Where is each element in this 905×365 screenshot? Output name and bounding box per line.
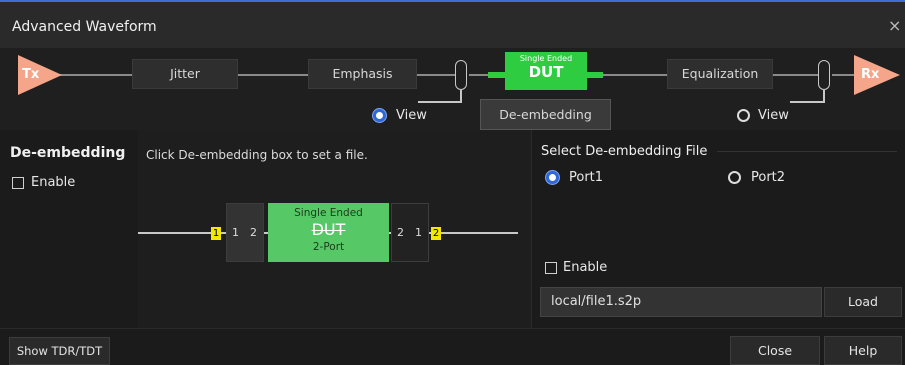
equalization-button[interactable]: Equalization: [667, 59, 773, 89]
dut-diagram-main-label: DUT: [311, 220, 346, 239]
jitter-button[interactable]: Jitter: [132, 59, 238, 89]
view-left-label: View: [396, 108, 427, 123]
tx-label: Tx: [22, 67, 40, 82]
close-icon[interactable]: ×: [888, 16, 901, 35]
dut-label: DUT: [528, 63, 564, 81]
pipeline-line: [60, 74, 132, 76]
enable-checkbox[interactable]: [12, 177, 24, 189]
pipeline-line: [773, 74, 818, 76]
dut-diagram-top-label: Single Ended: [294, 207, 363, 219]
right-port-2: 2: [397, 226, 404, 239]
port1-radio[interactable]: [546, 171, 559, 184]
left-port-1: 1: [232, 226, 239, 239]
dut-pin-left: [488, 72, 496, 78]
title-bar: Advanced Waveform ×: [0, 0, 905, 48]
dut-small-label: Single Ended: [519, 54, 573, 63]
probe-point-right[interactable]: [818, 60, 830, 90]
port1-label: Port1: [569, 170, 604, 185]
show-tdr-button[interactable]: Show TDR/TDT: [9, 337, 110, 365]
dut-block[interactable]: Single Ended DUT: [505, 52, 587, 90]
pipeline-line: [417, 74, 455, 76]
probe-point-left[interactable]: [455, 60, 467, 90]
view-left-radio[interactable]: [373, 109, 386, 122]
port2-label: Port2: [751, 170, 786, 185]
dut-diagram-block[interactable]: Single Ended DUT 2-Port: [268, 203, 389, 262]
dut-diagram-bottom-label: 2-Port: [312, 241, 345, 253]
window-title: Advanced Waveform: [12, 19, 157, 35]
port2-radio[interactable]: [728, 171, 741, 184]
left-port-yellow: 1: [211, 227, 221, 240]
rx-label: Rx: [861, 67, 880, 82]
probe-connector: [418, 101, 462, 103]
dut-pin-right: [595, 72, 603, 78]
select-file-title: Select De-embedding File: [541, 144, 708, 159]
view-right-label: View: [758, 108, 789, 123]
deembedding-hint: Click De-embedding box to set a file.: [146, 148, 368, 162]
pipeline-line: [238, 74, 308, 76]
pipeline-line: [832, 74, 854, 76]
close-button[interactable]: Close: [730, 336, 820, 365]
load-button[interactable]: Load: [824, 287, 902, 317]
emphasis-button[interactable]: Emphasis: [308, 59, 417, 89]
dut-pin-right: [587, 72, 596, 78]
group-divider: [717, 151, 897, 152]
left-port-2: 2: [250, 226, 257, 239]
pipeline-line: [600, 74, 667, 76]
right-port-1: 1: [415, 226, 422, 239]
right-port-yellow: 2: [431, 227, 441, 240]
deembedding-button[interactable]: De-embedding: [480, 99, 611, 130]
file-enable-label: Enable: [563, 260, 608, 275]
file-enable-checkbox[interactable]: [545, 262, 557, 274]
deembedding-left-panel: De-embedding Enable: [0, 130, 138, 328]
help-button[interactable]: Help: [824, 336, 902, 365]
signal-pipeline: Tx Jitter Emphasis Single Ended DUT De-e…: [0, 48, 905, 130]
enable-label: Enable: [31, 175, 76, 190]
probe-connector: [790, 101, 825, 103]
view-right-radio[interactable]: [737, 109, 750, 122]
deembedding-diagram-panel: Click De-embedding box to set a file. 1 …: [138, 130, 531, 328]
dut-pin-left: [496, 72, 505, 78]
deembedding-file-input[interactable]: local/file1.s2p: [540, 287, 822, 317]
deembedding-title: De-embedding: [10, 145, 126, 161]
